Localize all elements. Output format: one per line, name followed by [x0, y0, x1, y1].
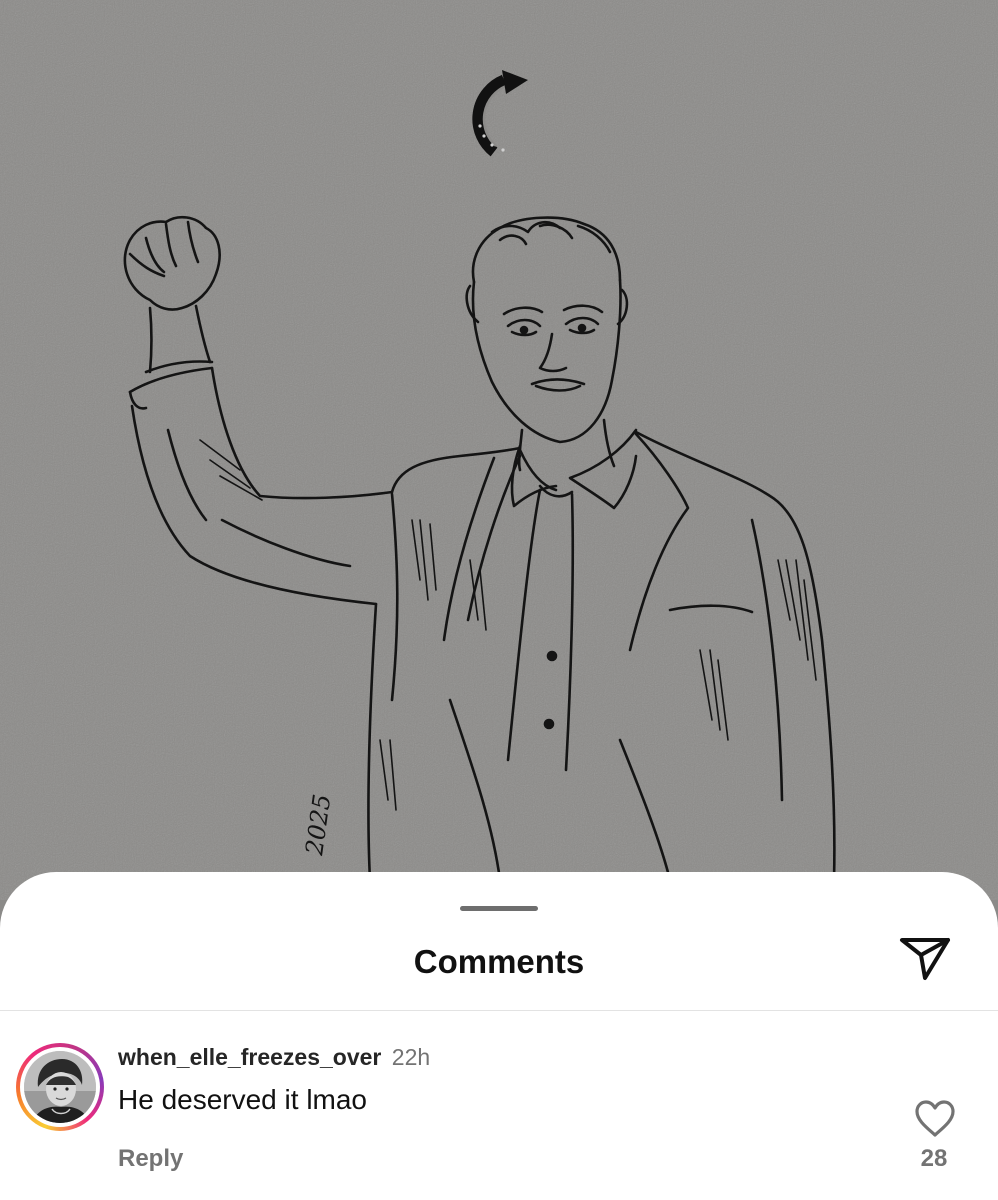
reply-button[interactable]: Reply — [118, 1145, 183, 1173]
like-count: 28 — [920, 1145, 948, 1172]
like-button[interactable] — [914, 1099, 956, 1139]
post-image: 2025 — [0, 0, 998, 900]
avatar-frame — [20, 1047, 100, 1127]
sheet-title: Comments — [413, 943, 585, 980]
drag-handle[interactable] — [460, 906, 538, 911]
line-art-drawing: 2025 — [0, 0, 998, 900]
avatar — [24, 1051, 96, 1123]
comments-sheet: Comments when_elle_freezes_over 22h He d… — [0, 872, 998, 1200]
comment-text: He deserved it lmao — [118, 1084, 368, 1115]
comment-username[interactable]: when_elle_freezes_over — [118, 1044, 381, 1070]
paper-plane-icon — [900, 938, 950, 980]
comment-meta: when_elle_freezes_over 22h — [118, 1043, 430, 1071]
avatar-story-ring[interactable] — [16, 1043, 104, 1131]
comment-timestamp: 22h — [391, 1044, 431, 1070]
comment-item: when_elle_freezes_over 22h He deserved i… — [0, 1011, 998, 1200]
avatar-photo — [24, 1051, 96, 1123]
heart-outline-icon — [915, 1100, 955, 1137]
share-button[interactable] — [898, 934, 954, 984]
